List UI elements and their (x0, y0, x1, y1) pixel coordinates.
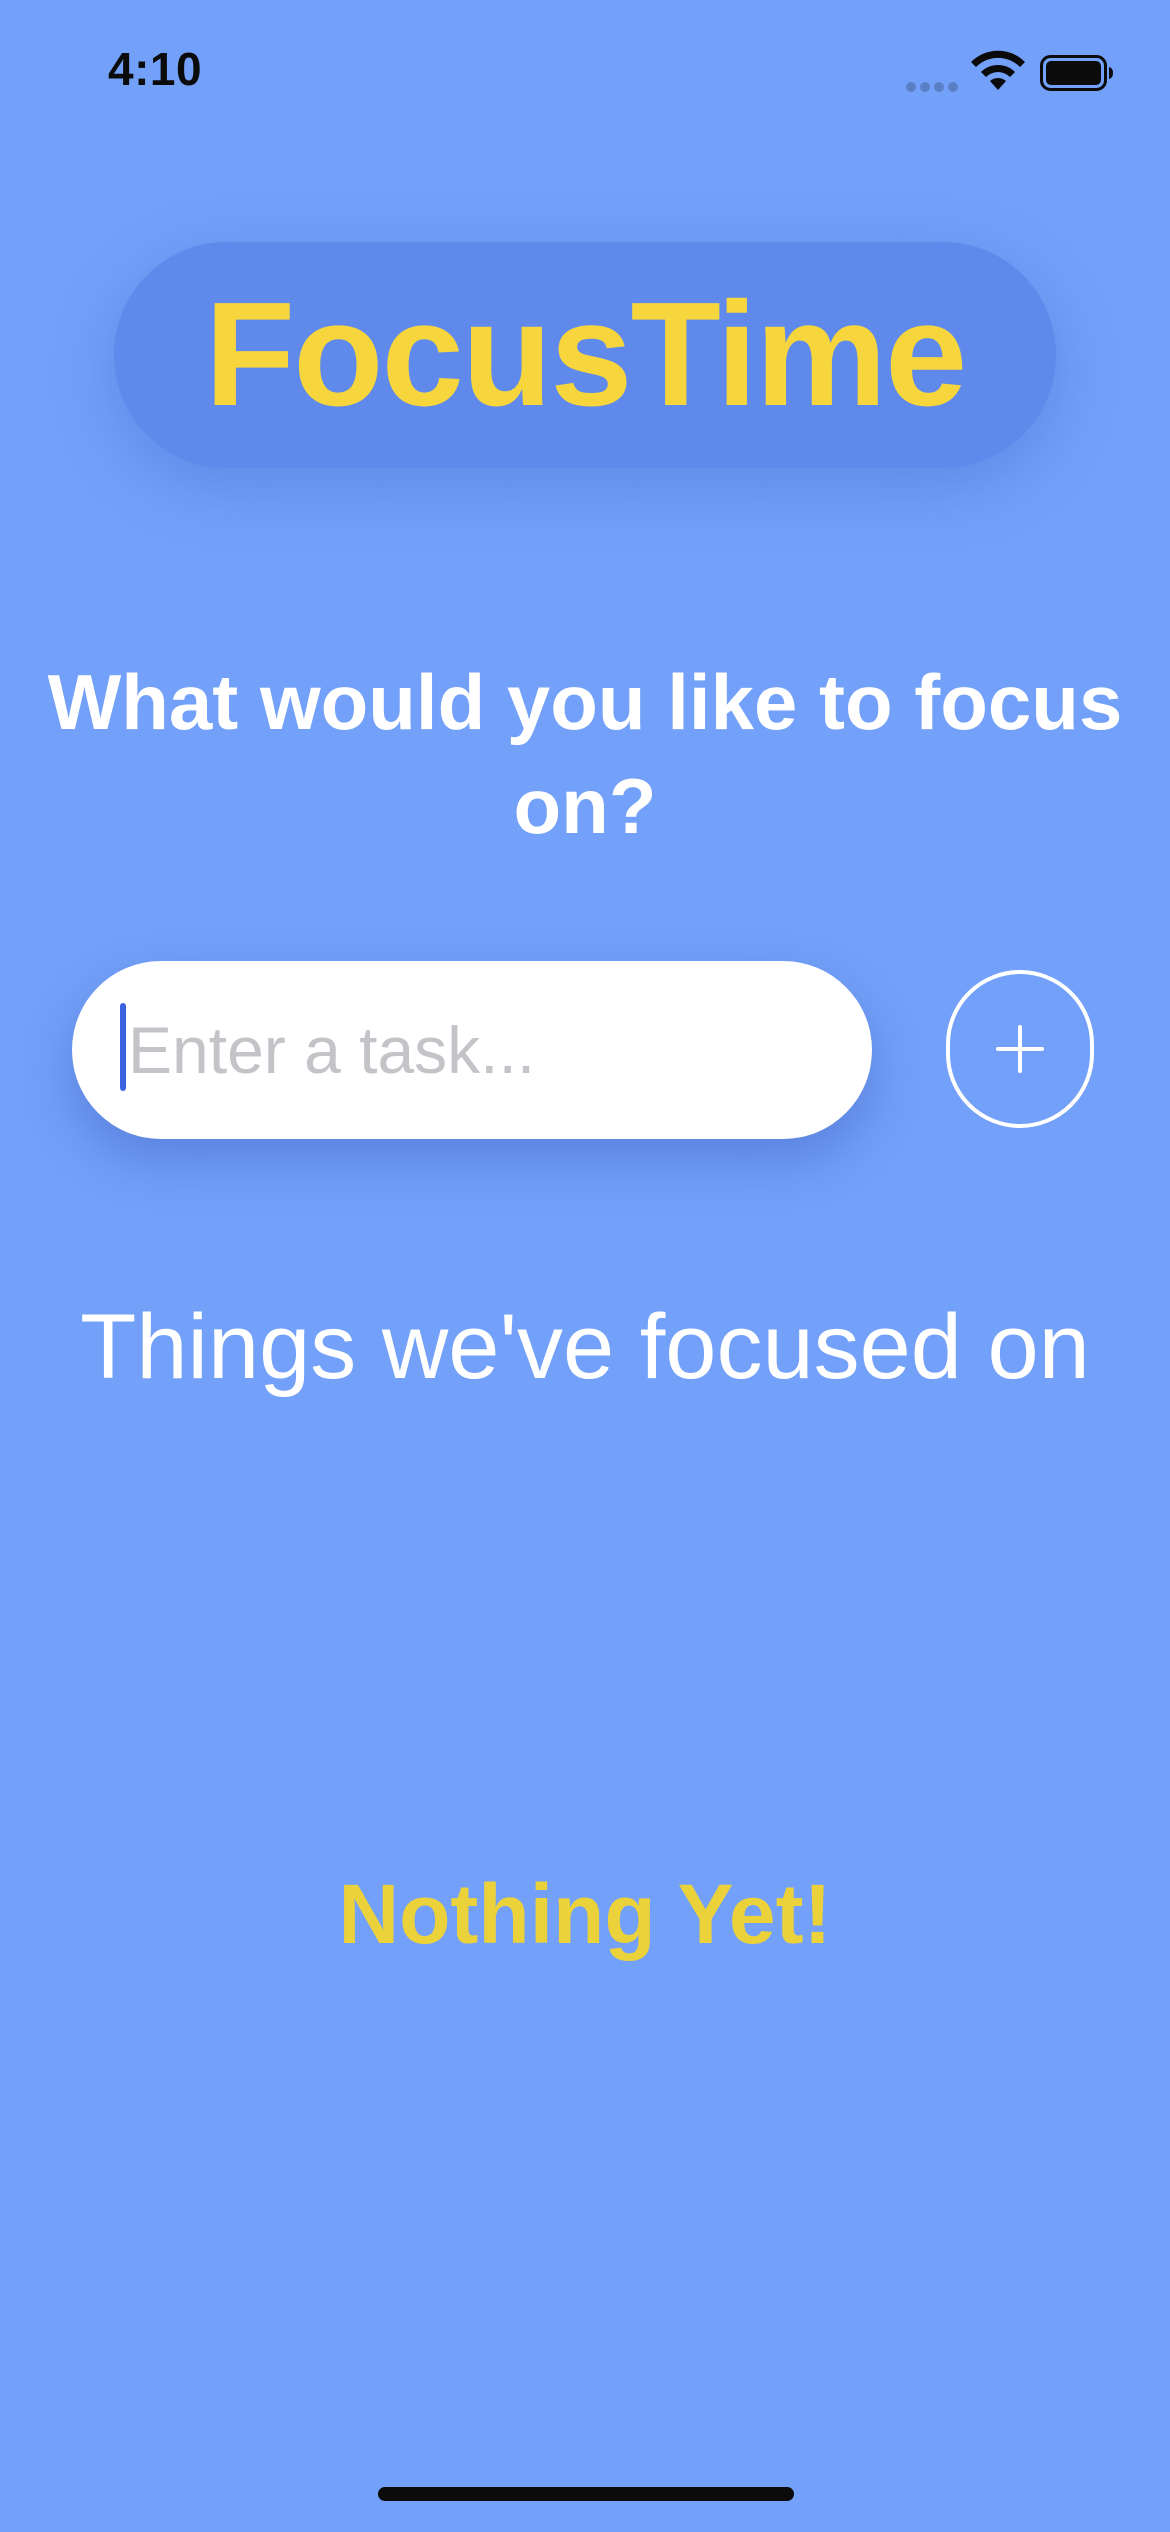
cellular-signal-icon (906, 82, 960, 92)
task-input[interactable] (120, 995, 848, 1105)
wifi-icon (971, 50, 1025, 90)
empty-history-message: Nothing Yet! (338, 1867, 832, 1961)
status-bar: 4:10 (0, 0, 1170, 150)
home-indicator (378, 2487, 794, 2501)
focus-question: What would you like to focus on? (47, 658, 1123, 850)
plus-icon (996, 1025, 1044, 1073)
app-title-banner: FocusTime (114, 242, 1056, 468)
status-time: 4:10 (108, 43, 203, 95)
app-title: FocusTime (204, 272, 968, 437)
battery-icon (1040, 55, 1113, 91)
history-heading: Things we've focused on (80, 1296, 1090, 1398)
task-input-container[interactable] (72, 961, 872, 1139)
add-task-button[interactable] (946, 970, 1094, 1128)
